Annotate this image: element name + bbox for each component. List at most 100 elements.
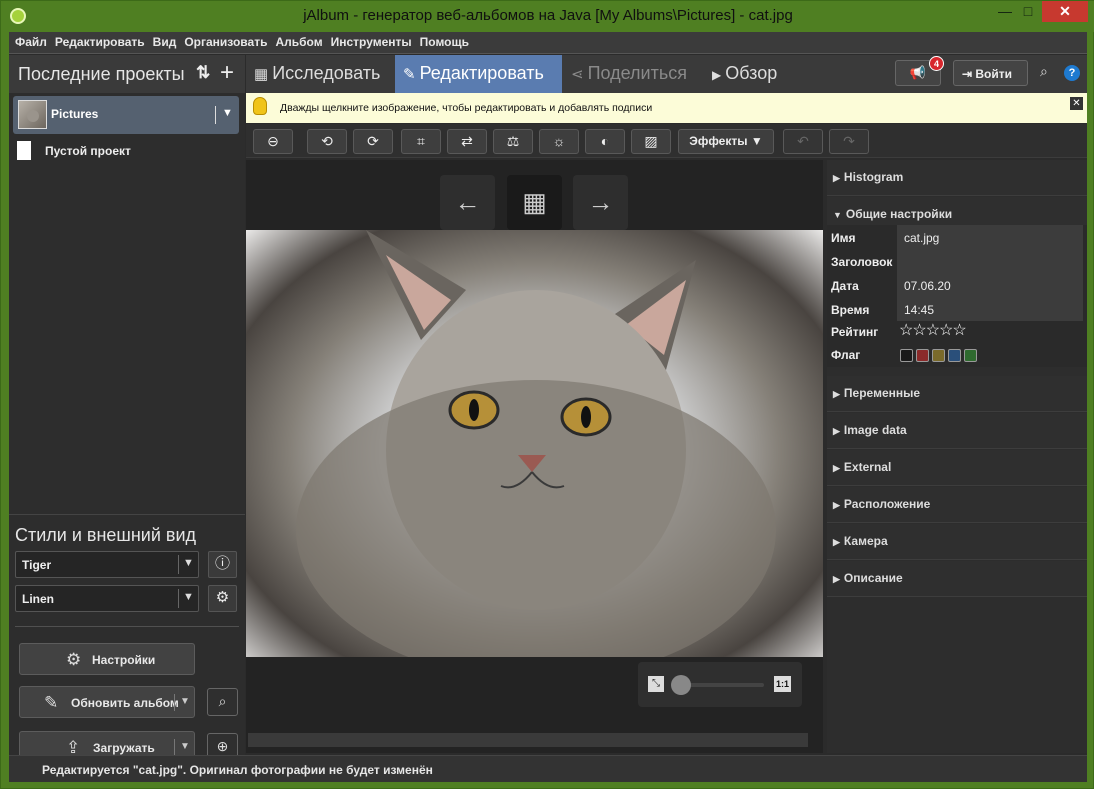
flag-red[interactable] <box>916 349 929 362</box>
chevron-down-icon: ▼ <box>750 134 763 148</box>
styles-title: Стили и внешний вид <box>15 525 197 545</box>
settings-label: Настройки <box>92 653 156 667</box>
image-adjust-icon[interactable]: ▨ <box>631 129 671 154</box>
field-row-flag: Флаг <box>827 342 1087 366</box>
actual-size-button[interactable]: 1:1 <box>774 676 791 692</box>
flip-icon[interactable]: ⇄ <box>447 129 487 154</box>
menu-tools[interactable]: Инструменты <box>327 32 416 53</box>
redo-icon[interactable]: ↷ <box>829 129 869 154</box>
section-variables[interactable]: ▶ Переменные <box>827 376 1087 412</box>
menu-file[interactable]: Файл <box>9 32 51 53</box>
expand-icon: ▶ <box>833 537 840 547</box>
field-label: Заголовок <box>831 255 893 269</box>
section-location[interactable]: ▶ Расположение <box>827 487 1087 523</box>
contrast-icon[interactable]: ◐ <box>585 129 625 154</box>
divider <box>174 694 175 711</box>
menu-organize[interactable]: Организовать <box>180 32 271 53</box>
field-label: Время <box>831 303 870 317</box>
rating-stars[interactable]: ☆☆☆☆☆ <box>899 320 967 340</box>
tab-explore[interactable]: ▦ Исследовать <box>254 55 394 93</box>
horizontal-scrollbar[interactable] <box>248 733 808 747</box>
properties-panel: ▶ Histogram ▼ Общие настройки Имя cat.jpg З… <box>827 160 1087 753</box>
divider <box>178 555 179 574</box>
chevron-down-icon[interactable]: ▼ <box>180 696 190 707</box>
maximize-button[interactable]: □ <box>1016 1 1040 22</box>
zoom-slider-handle[interactable] <box>671 675 691 695</box>
tab-label: Редактировать <box>419 63 544 83</box>
field-row-time: Время 14:45 <box>827 297 1087 321</box>
collapse-icon: ▼ <box>833 210 842 220</box>
undo-icon[interactable]: ↶ <box>783 129 823 154</box>
search-icon: ⌕ <box>218 693 227 709</box>
tab-share[interactable]: ⋖ Поделиться <box>571 55 706 93</box>
hint-bar: Дважды щелкните изображение, чтобы редак… <box>246 93 1087 123</box>
next-image-button[interactable]: → <box>573 175 628 230</box>
upload-label: Загружать <box>93 741 155 755</box>
recent-projects-title: Последние проекты <box>18 64 185 84</box>
section-label: Переменные <box>843 386 921 400</box>
title-input[interactable] <box>897 249 1083 273</box>
section-external[interactable]: ▶ External <box>827 450 1087 486</box>
tab-label: Исследовать <box>272 63 381 83</box>
style-info-button[interactable]: ⓘ <box>208 551 237 578</box>
section-image-data[interactable]: ▶ Image data <box>827 413 1087 449</box>
fit-to-screen-icon[interactable]: ⤡ <box>648 676 664 692</box>
effects-button[interactable]: Эффекты ▼ <box>678 129 774 154</box>
status-text: Редактируется "cat.jpg". Оригинал фотогр… <box>42 763 433 777</box>
crop-icon[interactable]: ⌗ <box>401 129 441 154</box>
section-histogram[interactable]: ▶ Histogram <box>827 160 1087 196</box>
cat-photo[interactable] <box>246 230 823 657</box>
section-description[interactable]: ▶ Описание <box>827 561 1087 597</box>
project-item-pictures[interactable]: Pictures ▼ <box>13 96 239 134</box>
expand-icon: ▶ <box>833 500 840 510</box>
minimize-button[interactable]: — <box>994 1 1016 22</box>
expand-icon: ▶ <box>833 574 840 584</box>
title-bar: jAlbum - генератор веб-альбомов на Java … <box>1 1 1094 32</box>
help-icon[interactable]: ? <box>1064 65 1080 81</box>
hint-text: Дважды щелкните изображение, чтобы редак… <box>280 102 653 114</box>
previous-image-button[interactable]: ← <box>440 175 495 230</box>
menu-edit[interactable]: Редактировать <box>51 32 149 53</box>
remove-icon[interactable]: ⊖ <box>253 129 293 154</box>
app-window: jAlbum - генератор веб-альбомов на Java … <box>0 0 1094 789</box>
flag-yellow[interactable] <box>932 349 945 362</box>
section-general[interactable]: ▼ Общие настройки <box>827 197 1087 225</box>
chevron-down-icon[interactable]: ▼ <box>180 741 190 752</box>
menu-album[interactable]: Альбом <box>271 32 326 53</box>
close-hint-icon[interactable]: ✕ <box>1070 97 1083 110</box>
settings-button[interactable]: ⚙ Настройки <box>19 643 195 675</box>
section-camera[interactable]: ▶ Камера <box>827 524 1087 560</box>
section-label: External <box>843 460 892 474</box>
skin-select[interactable]: Linen ▼ <box>15 585 199 612</box>
project-name: Pictures <box>51 107 99 121</box>
tab-preview[interactable]: ▶ Обзор <box>712 55 812 93</box>
name-value: cat.jpg <box>904 231 940 245</box>
close-button[interactable]: ✕ <box>1042 1 1088 22</box>
straighten-icon[interactable]: ⚖ <box>493 129 533 154</box>
style-select[interactable]: Tiger ▼ <box>15 551 199 578</box>
preview-album-button[interactable]: ⌕ <box>207 688 238 716</box>
menu-bar: Файл Редактировать Вид Организовать Альбом Ин… <box>9 32 1087 54</box>
flag-black[interactable] <box>900 349 913 362</box>
skin-settings-button[interactable]: ⚙ <box>208 585 237 612</box>
sort-icon[interactable]: ⇅ <box>196 63 210 83</box>
flag-green[interactable] <box>964 349 977 362</box>
brightness-icon[interactable]: ☼ <box>539 129 579 154</box>
chevron-down-icon[interactable]: ▼ <box>222 107 233 119</box>
search-icon[interactable]: ⌕ <box>1040 63 1048 80</box>
grid-view-button[interactable]: ▦ <box>507 175 562 230</box>
login-button[interactable]: ⇥ Войти <box>953 60 1028 86</box>
rotate-right-icon[interactable]: ⟳ <box>353 129 393 154</box>
rotate-left-icon[interactable]: ⟲ <box>307 129 347 154</box>
tab-edit[interactable]: ✎ Редактировать <box>395 55 562 93</box>
status-bar: Редактируется "cat.jpg". Оригинал фотогр… <box>9 755 1087 782</box>
menu-view[interactable]: Вид <box>149 32 181 53</box>
update-label: Обновить альбом <box>71 696 179 710</box>
add-project-icon[interactable]: + <box>220 59 234 87</box>
megaphone-icon: 📢 <box>909 65 927 80</box>
section-label: Камера <box>843 534 888 548</box>
divider <box>174 739 175 756</box>
update-album-button[interactable]: ✎ Обновить альбом ▼ <box>19 686 195 718</box>
flag-blue[interactable] <box>948 349 961 362</box>
menu-help[interactable]: Помощь <box>416 32 473 53</box>
